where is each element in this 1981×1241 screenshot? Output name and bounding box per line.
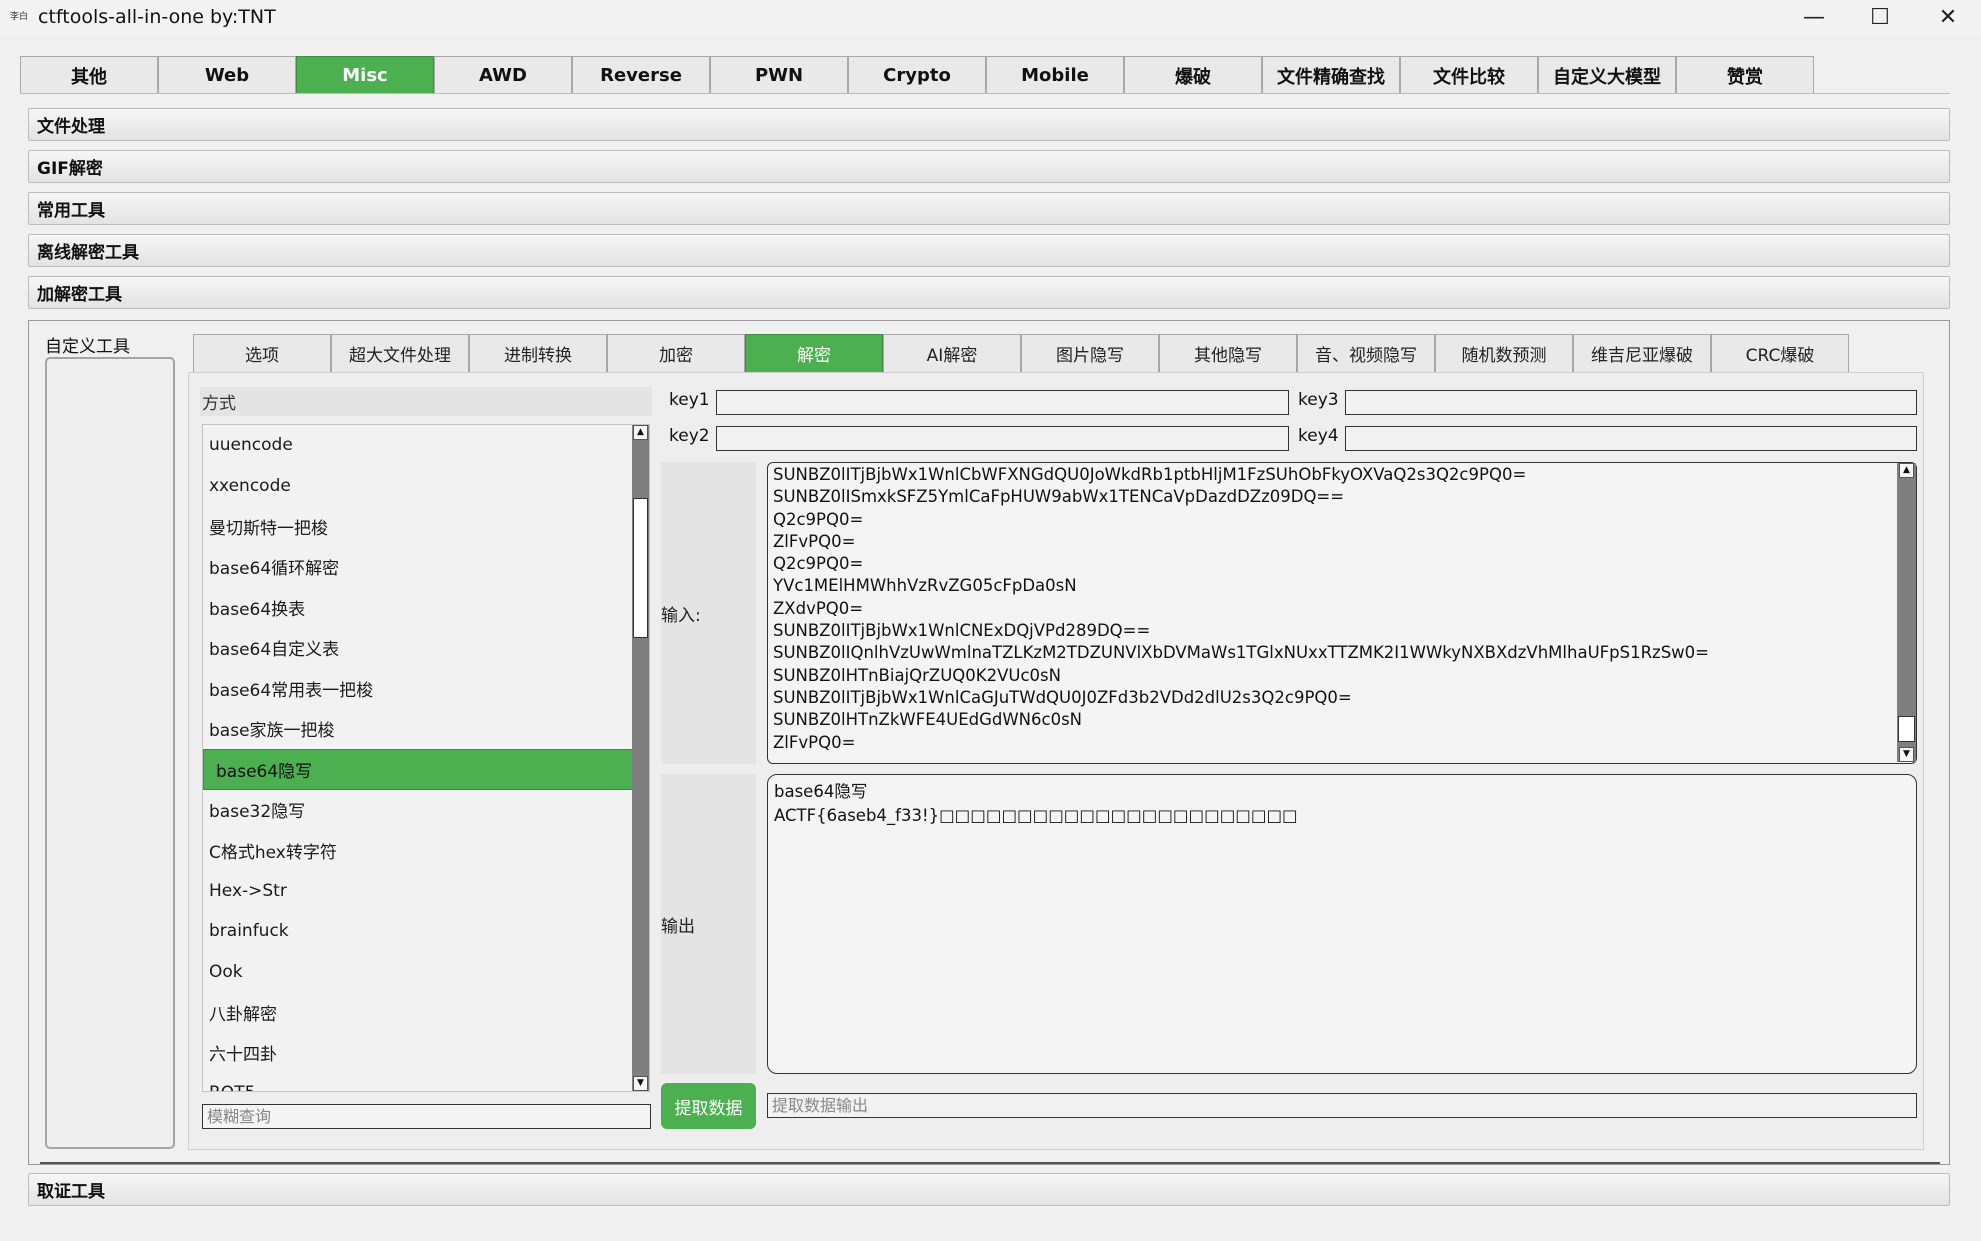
sub-tab[interactable]: 音、视频隐写 — [1297, 334, 1435, 372]
method-list-item[interactable]: 八卦解密 — [203, 992, 649, 1033]
section-crypto-tools[interactable]: 加解密工具 — [28, 276, 1950, 309]
key2-label: key2 — [669, 426, 710, 446]
sub-tab[interactable]: 加密 — [607, 334, 745, 372]
main-tab[interactable]: Web — [158, 56, 296, 94]
method-list-item[interactable]: base64换表 — [203, 587, 649, 628]
key1-input[interactable] — [716, 390, 1289, 415]
method-list-item[interactable]: base64循环解密 — [203, 547, 649, 588]
sub-tab[interactable]: 选项 — [193, 334, 331, 372]
app-logo-icon: 李白 — [10, 12, 29, 22]
output-text-line: ACTF{6aseb4_f33!}□□□□□□□□□□□□□□□□□□□□□□□ — [774, 806, 1298, 825]
section-common-tools[interactable]: 常用工具 — [28, 192, 1950, 225]
input-scroll-down-icon[interactable]: ▼ — [1899, 747, 1914, 762]
method-list-item[interactable]: base家族一把梭 — [203, 709, 649, 750]
sub-tab[interactable]: 随机数预测 — [1435, 334, 1573, 372]
input-text-line: SUNBZ0lHTnBiajQrZUQ0K2VUc0sN — [773, 665, 1061, 685]
input-text-line: SUNBZ0lITjBjbWx1WnlCbWFXNGdQU0JoWkdRb1pt… — [773, 465, 1527, 484]
main-tab[interactable]: 爆破 — [1124, 56, 1262, 94]
minimize-icon[interactable]: — — [1786, 0, 1842, 34]
key3-label: key3 — [1298, 390, 1339, 410]
main-tab[interactable]: 自定义大模型 — [1538, 56, 1676, 94]
sub-tab[interactable]: 进制转换 — [469, 334, 607, 372]
method-list-item[interactable]: ROT5 — [203, 1073, 649, 1091]
scroll-down-icon[interactable]: ▼ — [633, 1076, 648, 1091]
main-tab[interactable]: PWN — [710, 56, 848, 94]
custom-tools-list[interactable] — [45, 357, 175, 1149]
input-text-line: SUNBZ0lHTnZkWFE4UEdGdWN6c0sN — [773, 710, 1083, 730]
method-list-item[interactable]: uuencode — [203, 425, 649, 466]
title-bar — [0, 0, 1981, 34]
method-list-item[interactable]: xxencode — [203, 466, 649, 507]
sub-tab[interactable]: 图片隐写 — [1021, 334, 1159, 372]
method-list-item[interactable]: base32隐写 — [203, 790, 649, 831]
input-text-line: Q2c9PQ0= — [773, 509, 864, 529]
extract-data-output[interactable] — [767, 1093, 1917, 1118]
method-list-header: 方式 — [200, 387, 652, 416]
method-list-item[interactable]: Ook — [203, 952, 649, 993]
section-file-processing[interactable]: 文件处理 — [28, 108, 1950, 141]
section-offline-decrypt[interactable]: 离线解密工具 — [28, 234, 1950, 267]
output-label: 输出 — [661, 917, 695, 937]
custom-tools-label: 自定义工具 — [45, 337, 130, 357]
section-gif-decrypt[interactable]: GIF解密 — [28, 150, 1950, 183]
method-list-item[interactable]: C格式hex转字符 — [203, 830, 649, 871]
fuzzy-search-input[interactable] — [202, 1104, 651, 1129]
sub-tab[interactable]: 超大文件处理 — [331, 334, 469, 372]
window-title: ctftools-all-in-one by:TNT — [38, 6, 276, 28]
key1-label: key1 — [669, 390, 710, 410]
input-text-line: ZlFvPQ0= — [773, 531, 856, 551]
method-list-item[interactable]: 曼切斯特一把梭 — [203, 506, 649, 547]
output-text-line: base64隐写 — [774, 782, 868, 801]
input-textarea[interactable]: SUNBZ0lITjBjbWx1WnlCbWFXNGdQU0JoWkdRb1pt… — [767, 462, 1917, 764]
key4-label: key4 — [1298, 426, 1339, 446]
panel-divider — [40, 1162, 1940, 1164]
section-forensics-tools[interactable]: 取证工具 — [28, 1173, 1950, 1206]
input-text-line: ZXdvPQ0= — [773, 598, 864, 618]
input-label: 输入: — [661, 606, 701, 626]
key2-input[interactable] — [716, 426, 1289, 451]
sub-tab[interactable]: 其他隐写 — [1159, 334, 1297, 372]
method-list-item[interactable]: base64隐写 — [203, 749, 649, 790]
method-list-item[interactable]: Hex->Str — [203, 871, 649, 912]
main-tab[interactable]: Crypto — [848, 56, 986, 94]
maximize-icon[interactable]: ☐ — [1852, 0, 1908, 34]
main-tab[interactable]: 文件比较 — [1400, 56, 1538, 94]
sub-tab[interactable]: AI解密 — [883, 334, 1021, 372]
output-textarea[interactable]: base64隐写 ACTF{6aseb4_f33!}□□□□□□□□□□□□□□□… — [767, 774, 1917, 1074]
method-list-item[interactable]: brainfuck — [203, 911, 649, 952]
input-text-line: YVc1MElHMWhhVzRvZG05cFpDa0sN — [773, 576, 1077, 596]
main-tab[interactable]: Reverse — [572, 56, 710, 94]
main-tab[interactable]: Misc — [296, 56, 434, 94]
main-tab[interactable]: 其他 — [20, 56, 158, 94]
key3-input[interactable] — [1345, 390, 1917, 415]
sub-tab[interactable]: 维吉尼亚爆破 — [1573, 334, 1711, 372]
extract-data-button[interactable]: 提取数据 — [661, 1083, 756, 1129]
main-tab[interactable]: AWD — [434, 56, 572, 94]
method-list-item[interactable]: base64常用表一把梭 — [203, 668, 649, 709]
main-tab[interactable]: 赞赏 — [1676, 56, 1814, 94]
input-text-line: Q2c9PQ0= — [773, 554, 864, 574]
close-icon[interactable]: ✕ — [1920, 0, 1976, 34]
input-scrollbar-thumb[interactable] — [1898, 716, 1915, 742]
input-text-line: SUNBZ0lITjBjbWx1WnlCNExDQjVPd289DQ== — [773, 621, 1151, 641]
method-list-item[interactable]: 六十四卦 — [203, 1033, 649, 1074]
key4-input[interactable] — [1345, 426, 1917, 451]
input-text-line: SUNBZ0lIQnlhVzUwWmlnaTZLKzM2TDZUNVlXbDVM… — [773, 643, 1709, 663]
input-text-line: SUNBZ0lISmxkSFZ5YmlCaFpHUW9abWx1TENCaVpD… — [773, 487, 1345, 507]
scroll-up-icon[interactable]: ▲ — [633, 425, 648, 440]
input-text-line: SUNBZ0lITjBjbWx1WnlCaGJuTWdQU0J0ZFd3b2VD… — [773, 687, 1352, 707]
method-list-item[interactable]: base64自定义表 — [203, 628, 649, 669]
method-list[interactable]: uuencode xxencode 曼切斯特一把梭 base64循环解密 base64换… — [202, 424, 650, 1092]
method-scrollbar-thumb[interactable] — [633, 498, 648, 638]
main-tab[interactable]: 文件精确查找 — [1262, 56, 1400, 94]
input-scroll-up-icon[interactable]: ▲ — [1899, 463, 1914, 478]
sub-tab[interactable]: 解密 — [745, 334, 883, 372]
tab-divider — [20, 93, 1950, 94]
main-tab[interactable]: Mobile — [986, 56, 1124, 94]
sub-tab[interactable]: CRC爆破 — [1711, 334, 1849, 372]
input-text-line: ZlFvPQ0= — [773, 732, 856, 752]
